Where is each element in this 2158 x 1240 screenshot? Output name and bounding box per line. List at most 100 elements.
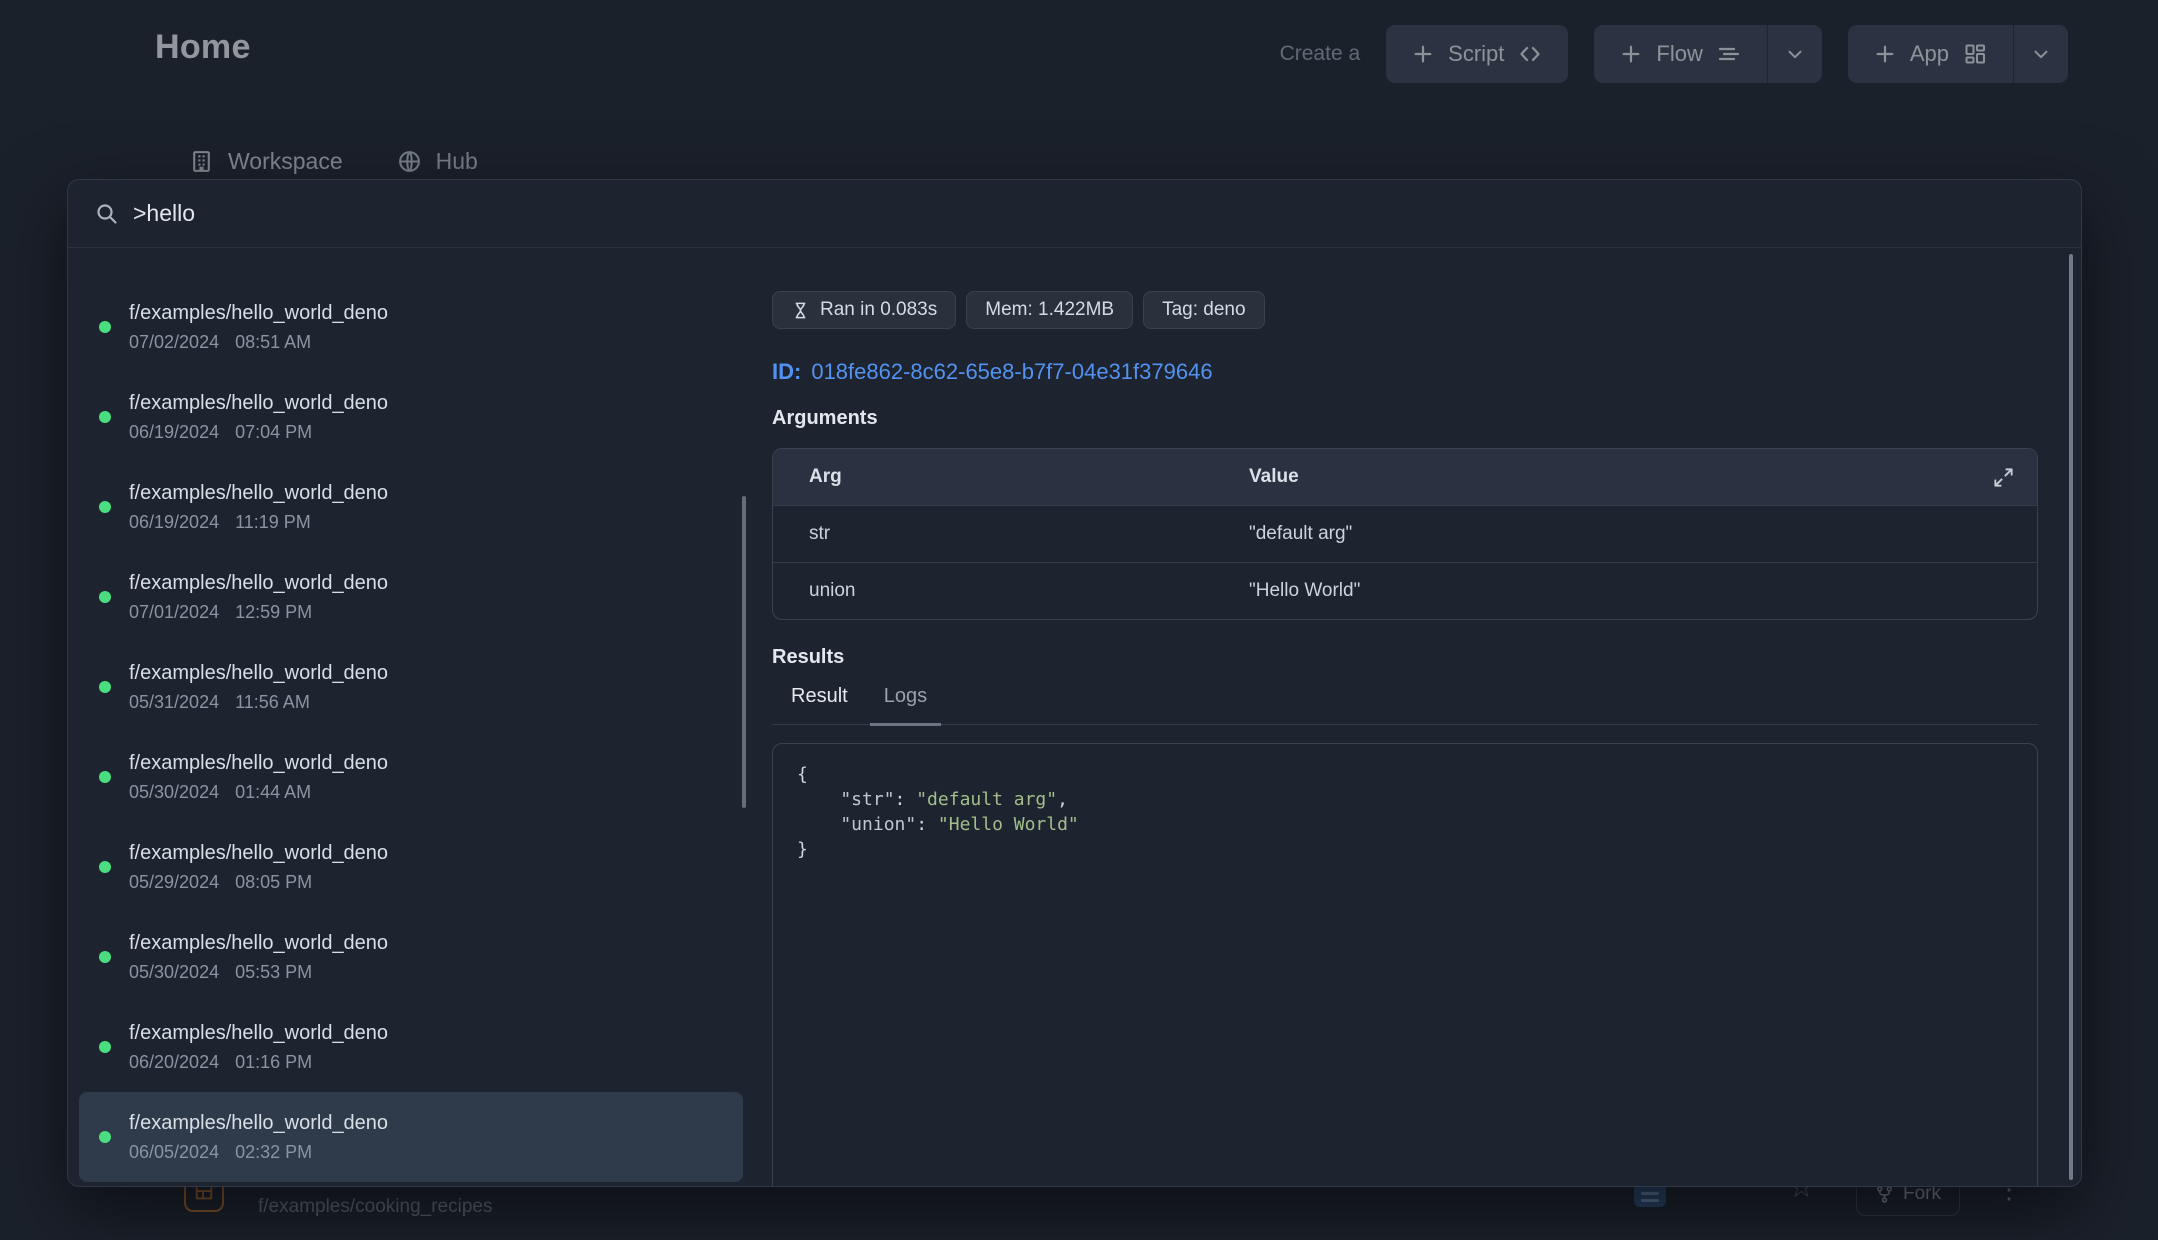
arguments-table-header: Arg Value: [773, 449, 2037, 505]
tab-logs[interactable]: Logs: [870, 685, 941, 726]
detail-scrollbar-thumb[interactable]: [2069, 254, 2073, 1180]
run-date: 06/20/2024: [129, 1052, 219, 1073]
run-date: 07/02/2024: [129, 332, 219, 353]
table-row: str "default arg": [773, 505, 2037, 562]
run-date: 05/30/2024: [129, 962, 219, 983]
json-line: "str": "default arg",: [797, 787, 2013, 812]
success-dot-icon: [99, 951, 111, 963]
run-datetime: 06/20/2024 01:16 PM: [129, 1052, 388, 1073]
json-line: "union": "Hello World": [797, 812, 2013, 837]
run-date: 05/31/2024: [129, 692, 219, 713]
run-time: 08:05 PM: [235, 872, 312, 893]
runs-list: 07/03/2024 03:37 PM f/examples/hello_wor…: [68, 248, 744, 1187]
duration-badge: Ran in 0.083s: [772, 291, 956, 329]
arguments-table-body: str "default arg" union "Hello World": [773, 505, 2037, 619]
json-open-brace: {: [797, 762, 2013, 787]
success-dot-icon: [99, 681, 111, 693]
arguments-table: Arg Value str "default arg" union: [772, 448, 2038, 620]
run-time: 03:37 PM: [235, 248, 312, 251]
value-cell: "Hello World": [1249, 580, 1967, 602]
run-list-item[interactable]: f/examples/hello_world_deno 06/05/2024 0…: [79, 1092, 743, 1182]
run-time: 02:32 PM: [235, 1142, 312, 1163]
success-dot-icon: [99, 1131, 111, 1143]
run-date: 06/05/2024: [129, 1142, 219, 1163]
run-date: 06/19/2024: [129, 512, 219, 533]
run-id-link[interactable]: 018fe862-8c62-65e8-b7f7-04e31f379646: [811, 359, 1212, 385]
col-value-header: Value: [1249, 466, 1967, 488]
run-datetime: 05/31/2024 11:56 AM: [129, 692, 388, 713]
json-close-brace: }: [797, 837, 2013, 862]
run-list-item[interactable]: f/examples/hello_world_deno 05/30/2024 0…: [79, 912, 743, 1002]
result-json-viewer: { "str": "default arg","union": "Hello W…: [772, 743, 2038, 1187]
run-date: 06/19/2024: [129, 422, 219, 443]
arg-cell: union: [809, 580, 1249, 602]
run-list-item[interactable]: f/examples/hello_world_deno 06/20/2024 0…: [79, 1002, 743, 1092]
run-date: 07/03/2024: [129, 248, 219, 251]
run-time: 07:04 PM: [235, 422, 312, 443]
run-path: f/examples/hello_world_deno: [129, 572, 388, 595]
run-badges: Ran in 0.083s Mem: 1.422MB Tag: deno: [772, 291, 2038, 329]
tag-badge: Tag: deno: [1143, 291, 1264, 329]
success-dot-icon: [99, 591, 111, 603]
run-datetime: 07/02/2024 08:51 AM: [129, 332, 388, 353]
run-id-row: ID: 018fe862-8c62-65e8-b7f7-04e31f379646: [772, 359, 2038, 385]
run-list-item[interactable]: 07/03/2024 03:37 PM: [79, 248, 743, 282]
results-title: Results: [772, 646, 2038, 669]
run-time: 12:59 PM: [235, 602, 312, 623]
list-scrollbar-thumb[interactable]: [742, 496, 746, 808]
modal-search-bar: [68, 180, 2081, 248]
modal-content: 07/03/2024 03:37 PM f/examples/hello_wor…: [68, 248, 2081, 1187]
json-body: "str": "default arg","union": "Hello Wor…: [797, 787, 2013, 837]
success-dot-icon: [99, 861, 111, 873]
run-list-item[interactable]: f/examples/hello_world_deno 07/02/2024 0…: [79, 282, 743, 372]
run-time: 11:56 AM: [235, 692, 310, 713]
hourglass-icon: [791, 301, 810, 320]
run-list-item[interactable]: f/examples/hello_world_deno 06/19/2024 1…: [79, 462, 743, 552]
run-datetime: 05/30/2024 01:44 AM: [129, 782, 388, 803]
run-time: 11:19 PM: [235, 512, 311, 533]
value-cell: "default arg": [1249, 523, 1967, 545]
tab-result[interactable]: Result: [777, 685, 862, 724]
search-input[interactable]: [133, 200, 2054, 227]
run-path: f/examples/hello_world_deno: [129, 932, 388, 955]
run-datetime: 07/03/2024 03:37 PM: [129, 248, 312, 251]
tag-badge-label: Tag: deno: [1162, 299, 1245, 321]
results-tabs: Result Logs: [772, 685, 2038, 725]
run-list-item[interactable]: f/examples/hello_world_deno 06/19/2024 0…: [79, 372, 743, 462]
run-id-label: ID:: [772, 359, 801, 385]
success-dot-icon: [99, 411, 111, 423]
run-time: 08:51 AM: [235, 332, 311, 353]
run-datetime: 05/30/2024 05:53 PM: [129, 962, 388, 983]
run-path: f/examples/hello_world_deno: [129, 482, 388, 505]
run-list-item[interactable]: f/examples/hello_world_deno 07/01/2024 1…: [79, 552, 743, 642]
run-list-item[interactable]: f/examples/hello_world_deno 05/30/2024 0…: [79, 732, 743, 822]
success-dot-icon: [99, 321, 111, 333]
arg-cell: str: [809, 523, 1249, 545]
run-datetime: 05/29/2024 08:05 PM: [129, 872, 388, 893]
expand-icon[interactable]: [1967, 466, 2037, 489]
run-path: f/examples/hello_world_deno: [129, 752, 388, 775]
run-list-item[interactable]: f/examples/hello_world_deno 05/29/2024 0…: [79, 822, 743, 912]
run-date: 05/30/2024: [129, 782, 219, 803]
memory-badge-label: Mem: 1.422MB: [985, 299, 1114, 321]
run-time: 01:44 AM: [235, 782, 311, 803]
search-icon: [95, 202, 119, 226]
run-datetime: 06/19/2024 11:19 PM: [129, 512, 388, 533]
table-row: union "Hello World": [773, 562, 2037, 619]
run-path: f/examples/hello_world_deno: [129, 302, 388, 325]
run-path: f/examples/hello_world_deno: [129, 1022, 388, 1045]
success-dot-icon: [99, 501, 111, 513]
arguments-title: Arguments: [772, 407, 2038, 430]
run-date: 07/01/2024: [129, 602, 219, 623]
run-datetime: 06/05/2024 02:32 PM: [129, 1142, 388, 1163]
run-time: 01:16 PM: [235, 1052, 312, 1073]
success-dot-icon: [99, 771, 111, 783]
run-search-modal: 07/03/2024 03:37 PM f/examples/hello_wor…: [67, 179, 2082, 1187]
run-path: f/examples/hello_world_deno: [129, 662, 388, 685]
run-time: 05:53 PM: [235, 962, 312, 983]
col-arg-header: Arg: [809, 466, 1249, 488]
run-datetime: 06/19/2024 07:04 PM: [129, 422, 388, 443]
run-list-item[interactable]: f/examples/hello_world_deno 05/31/2024 1…: [79, 642, 743, 732]
run-path: f/examples/hello_world_deno: [129, 392, 388, 415]
memory-badge: Mem: 1.422MB: [966, 291, 1133, 329]
